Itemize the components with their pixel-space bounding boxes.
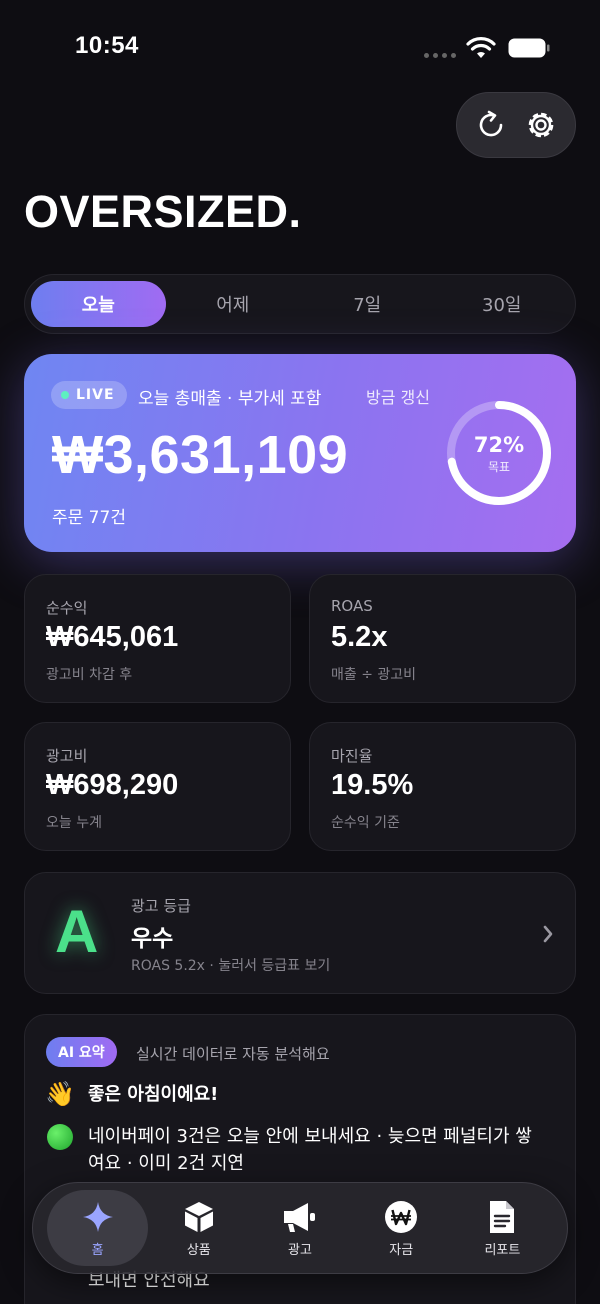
grade-value: 우수 (131, 926, 174, 952)
tab-7-days[interactable]: 7일 (300, 281, 435, 327)
refresh-icon (479, 110, 502, 137)
settings-button[interactable] (519, 103, 563, 147)
tab-home[interactable]: 홈 (47, 1190, 149, 1266)
box-icon (184, 1201, 213, 1232)
revenue-hero-card[interactable]: LIVE 오늘 총매출 · 부가세 포함 방금 갱신 ₩3,631,109 주문… (24, 354, 576, 552)
sparkle-icon (82, 1201, 113, 1232)
bottom-tab-bar: 홈 상품 광고 자금 리포트 (32, 1182, 568, 1274)
tab-funds[interactable]: 자금 (351, 1190, 452, 1266)
tab-label: 상품 (186, 1242, 211, 1258)
stat-sub: 순수익 기준 (331, 815, 400, 831)
goal-label: 목표 (487, 460, 511, 474)
waving-hand-icon: 👋 (45, 1080, 75, 1108)
tab-today[interactable]: 오늘 (31, 281, 166, 327)
tab-label: 자금 (389, 1242, 414, 1258)
tab-report[interactable]: 리포트 (452, 1190, 553, 1266)
megaphone-icon (284, 1202, 315, 1232)
stat-card-net-profit[interactable]: 순수익 ₩645,061 광고비 차감 후 (24, 574, 291, 703)
stat-sub: 오늘 누계 (46, 815, 102, 831)
revenue-title: 오늘 총매출 · 부가세 포함 (138, 389, 322, 409)
ai-greeting-line: 👋 좋은 아침이에요! (45, 1080, 546, 1108)
battery-icon (508, 38, 550, 58)
stat-value: 5.2x (331, 621, 388, 653)
tab-products[interactable]: 상품 (148, 1190, 249, 1266)
green-circle-icon (46, 1123, 74, 1150)
stat-label: 광고비 (46, 747, 88, 765)
ai-greeting: 좋은 아침이에요! (88, 1084, 219, 1105)
grade-label: 광고 등급 (131, 897, 191, 915)
grade-letter: A (55, 898, 99, 965)
won-coin-icon (385, 1200, 418, 1233)
stat-card-margin[interactable]: 마진율 19.5% 순수익 기준 (309, 722, 576, 851)
wifi-icon (466, 37, 496, 58)
chevron-right-icon (543, 925, 553, 943)
status-bar: 10:54 (0, 0, 600, 90)
ai-alert-line: 네이버페이 3건은 오늘 안에 보내세요 · 늦으면 페널티가 쌓여요 · 이미… (46, 1123, 546, 1177)
ad-grade-card[interactable]: A 광고 등급 우수 ROAS 5.2x · 눌러서 등급표 보기 (24, 872, 576, 994)
stat-card-ad-spend[interactable]: 광고비 ₩698,290 오늘 누계 (24, 722, 291, 851)
stat-label: 순수익 (46, 599, 88, 617)
stat-label: ROAS (331, 597, 373, 615)
stat-sub: 광고비 차감 후 (46, 667, 133, 683)
stat-value: ₩698,290 (46, 769, 179, 801)
status-time: 10:54 (75, 32, 139, 59)
tab-label: 홈 (91, 1242, 104, 1258)
document-icon (490, 1200, 515, 1233)
tab-label: 광고 (288, 1242, 312, 1258)
goal-percent: 72% (473, 433, 525, 457)
order-count: 주문 77건 (52, 508, 126, 528)
stat-value: 19.5% (331, 769, 414, 801)
gear-icon (528, 112, 553, 138)
tab-label: 리포트 (484, 1242, 521, 1258)
stat-value: ₩645,061 (46, 621, 179, 653)
tab-ads[interactable]: 광고 (249, 1190, 350, 1266)
stat-label: 마진율 (331, 747, 373, 765)
refresh-button[interactable] (470, 103, 514, 147)
live-label: LIVE (76, 387, 115, 403)
period-selector: 오늘 어제 7일 30일 (24, 274, 576, 334)
refresh-status: 방금 갱신 (366, 388, 430, 407)
brand-title: OVERSIZED. (24, 186, 302, 237)
stat-sub: 매출 ÷ 광고비 (331, 667, 417, 683)
ai-badge: AI 요약 (46, 1037, 117, 1067)
ai-caption: 실시간 데이터로 자동 분석해요 (136, 1045, 330, 1063)
tab-30-days[interactable]: 30일 (435, 281, 570, 327)
live-badge: LIVE (51, 381, 127, 409)
ai-alert: 네이버페이 3건은 오늘 안에 보내세요 · 늦으면 페널티가 쌓여요 · 이미… (88, 1126, 532, 1174)
top-actions (456, 92, 576, 158)
stat-card-roas[interactable]: ROAS 5.2x 매출 ÷ 광고비 (309, 574, 576, 703)
cellular-signal-icon (424, 53, 456, 58)
grade-sub: ROAS 5.2x · 눌러서 등급표 보기 (131, 958, 331, 974)
live-dot-icon (61, 391, 69, 399)
revenue-amount: ₩3,631,109 (52, 425, 349, 485)
tab-yesterday[interactable]: 어제 (166, 281, 301, 327)
